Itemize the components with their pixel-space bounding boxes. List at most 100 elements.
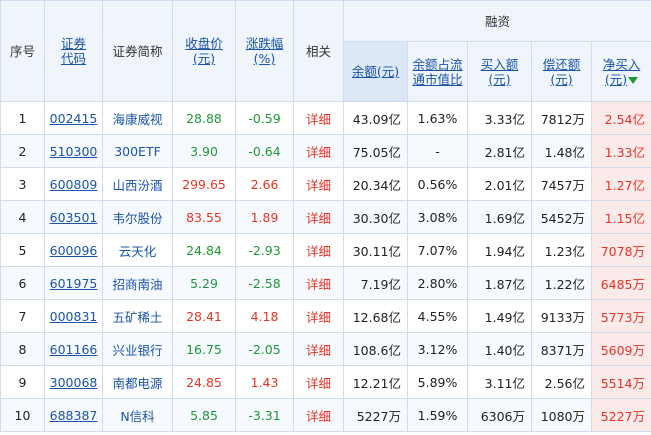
detail-link[interactable]: 详细 — [306, 244, 331, 259]
cell-ratio: 5.89% — [407, 365, 468, 399]
table-row: 4 603501 韦尔股份 83.55 1.89 详细 30.30亿 3.08% 1.69亿 54… — [0, 200, 651, 234]
cell-close: 28.88 — [172, 101, 236, 135]
cell-ratio: 0.56% — [407, 167, 468, 201]
header-code[interactable]: 证券代码 — [44, 0, 103, 102]
detail-link[interactable]: 详细 — [306, 376, 331, 391]
table-row: 3 600809 山西汾酒 299.65 2.66 详细 20.34亿 0.56% 2.01亿 7… — [0, 167, 651, 201]
cell-code: 300068 — [44, 365, 103, 399]
cell-buy: 1.40亿 — [467, 332, 532, 366]
stock-name-link[interactable]: 300ETF — [114, 144, 161, 159]
cell-related: 详细 — [293, 134, 344, 168]
cell-netbuy: 1.27亿 — [591, 167, 651, 201]
stock-name-link[interactable]: 海康威视 — [112, 112, 162, 127]
cell-change: -0.59 — [235, 101, 294, 135]
cell-close: 16.75 — [172, 332, 236, 366]
arrow-down-icon — [628, 76, 639, 84]
stock-code-link[interactable]: 601166 — [50, 342, 98, 357]
header-netbuy[interactable]: 净买入(元) — [591, 41, 651, 102]
cell-name: 兴业银行 — [102, 332, 173, 366]
stock-code-link[interactable]: 603501 — [50, 210, 98, 225]
cell-change: -2.58 — [235, 266, 294, 300]
detail-link[interactable]: 详细 — [306, 310, 331, 325]
cell-change: 4.18 — [235, 299, 294, 333]
cell-close: 24.84 — [172, 233, 236, 267]
cell-balance: 30.11亿 — [343, 233, 408, 267]
stock-code-link[interactable]: 000831 — [50, 309, 98, 324]
cell-ratio: 2.80% — [407, 266, 468, 300]
cell-balance: 30.30亿 — [343, 200, 408, 234]
table-row: 5 600096 云天化 24.84 -2.93 详细 30.11亿 7.07% 1.94亿 1.… — [0, 233, 651, 267]
stock-name-link[interactable]: 兴业银行 — [112, 343, 162, 358]
cell-change: -3.31 — [235, 398, 294, 432]
stock-code-link[interactable]: 510300 — [50, 144, 98, 159]
cell-index: 1 — [0, 101, 45, 135]
header-buy[interactable]: 买入额(元) — [467, 41, 532, 102]
detail-link[interactable]: 详细 — [306, 211, 331, 226]
cell-code: 600096 — [44, 233, 103, 267]
cell-balance: 12.21亿 — [343, 365, 408, 399]
cell-balance: 43.09亿 — [343, 101, 408, 135]
cell-buy: 1.49亿 — [467, 299, 532, 333]
detail-link[interactable]: 详细 — [306, 178, 331, 193]
cell-ratio: 4.55% — [407, 299, 468, 333]
cell-name: 南都电源 — [102, 365, 173, 399]
cell-repay: 1.48亿 — [531, 134, 592, 168]
stock-code-link[interactable]: 600096 — [50, 243, 98, 258]
header-related: 相关 — [293, 0, 344, 102]
stock-name-link[interactable]: 南都电源 — [112, 376, 162, 391]
stock-name-link[interactable]: 韦尔股份 — [112, 211, 162, 226]
cell-name: 山西汾酒 — [102, 167, 173, 201]
cell-repay: 1080万 — [531, 398, 592, 432]
detail-link[interactable]: 详细 — [306, 145, 331, 160]
stock-name-link[interactable]: 招商南油 — [112, 277, 162, 292]
sort-code[interactable]: 证券代码 — [59, 36, 89, 66]
sort-repay[interactable]: 偿还额(元) — [538, 57, 586, 87]
detail-link[interactable]: 详细 — [306, 343, 331, 358]
cell-name: 招商南油 — [102, 266, 173, 300]
sort-netbuy[interactable]: 净买入(元) — [596, 57, 648, 87]
stock-code-link[interactable]: 601975 — [50, 276, 98, 291]
stock-name-link[interactable]: 云天化 — [119, 244, 157, 259]
sort-buy[interactable]: 买入额(元) — [476, 57, 524, 87]
sort-change[interactable]: 涨跌幅(%) — [241, 36, 289, 66]
stock-name-link[interactable]: 五矿稀土 — [112, 310, 162, 325]
stock-code-link[interactable]: 002415 — [50, 111, 98, 126]
header-repay[interactable]: 偿还额(元) — [531, 41, 592, 102]
cell-name: 云天化 — [102, 233, 173, 267]
cell-close: 3.90 — [172, 134, 236, 168]
cell-close: 299.65 — [172, 167, 236, 201]
detail-link[interactable]: 详细 — [306, 277, 331, 292]
sort-ratio[interactable]: 余额占流通市值比 — [413, 57, 463, 87]
cell-index: 10 — [0, 398, 45, 432]
cell-ratio: 3.08% — [407, 200, 468, 234]
cell-buy: 6306万 — [467, 398, 532, 432]
sort-close[interactable]: 收盘价(元) — [180, 36, 228, 66]
cell-netbuy: 5227万 — [591, 398, 651, 432]
cell-ratio: 3.12% — [407, 332, 468, 366]
header-ratio[interactable]: 余额占流通市值比 — [407, 41, 468, 102]
margin-trading-table: 序号 证券代码 证券简称 收盘价(元) 涨跌幅(%) 相关 融资 余额(元) 余… — [0, 0, 651, 432]
sort-balance[interactable]: 余额(元) — [343, 41, 408, 102]
table-row: 2 510300 300ETF 3.90 -0.64 详细 75.05亿 -2.81亿 1.48… — [0, 134, 651, 168]
cell-repay: 8371万 — [531, 332, 592, 366]
stock-name-link[interactable]: N信科 — [120, 409, 154, 424]
header-change[interactable]: 涨跌幅(%) — [235, 0, 294, 102]
cell-ratio: - — [407, 134, 468, 168]
cell-code: 601975 — [44, 266, 103, 300]
detail-link[interactable]: 详细 — [306, 409, 331, 424]
header-close[interactable]: 收盘价(元) — [172, 0, 236, 102]
cell-code: 603501 — [44, 200, 103, 234]
cell-change: -0.64 — [235, 134, 294, 168]
cell-ratio: 1.59% — [407, 398, 468, 432]
table-body: 1 002415 海康威视 28.88 -0.59 详细 43.09亿 1.63% 3.33亿 7… — [0, 101, 651, 432]
table-row: 1 002415 海康威视 28.88 -0.59 详细 43.09亿 1.63% 3.33亿 7… — [0, 101, 651, 135]
stock-code-link[interactable]: 688387 — [50, 408, 98, 423]
cell-buy: 1.94亿 — [467, 233, 532, 267]
detail-link[interactable]: 详细 — [306, 112, 331, 127]
table-row: 9 300068 南都电源 24.85 1.43 详细 12.21亿 5.89% 3.11亿 2.… — [0, 365, 651, 399]
stock-code-link[interactable]: 300068 — [50, 375, 98, 390]
cell-netbuy: 1.33亿 — [591, 134, 651, 168]
stock-code-link[interactable]: 600809 — [50, 177, 98, 192]
cell-name: N信科 — [102, 398, 173, 432]
stock-name-link[interactable]: 山西汾酒 — [112, 178, 162, 193]
